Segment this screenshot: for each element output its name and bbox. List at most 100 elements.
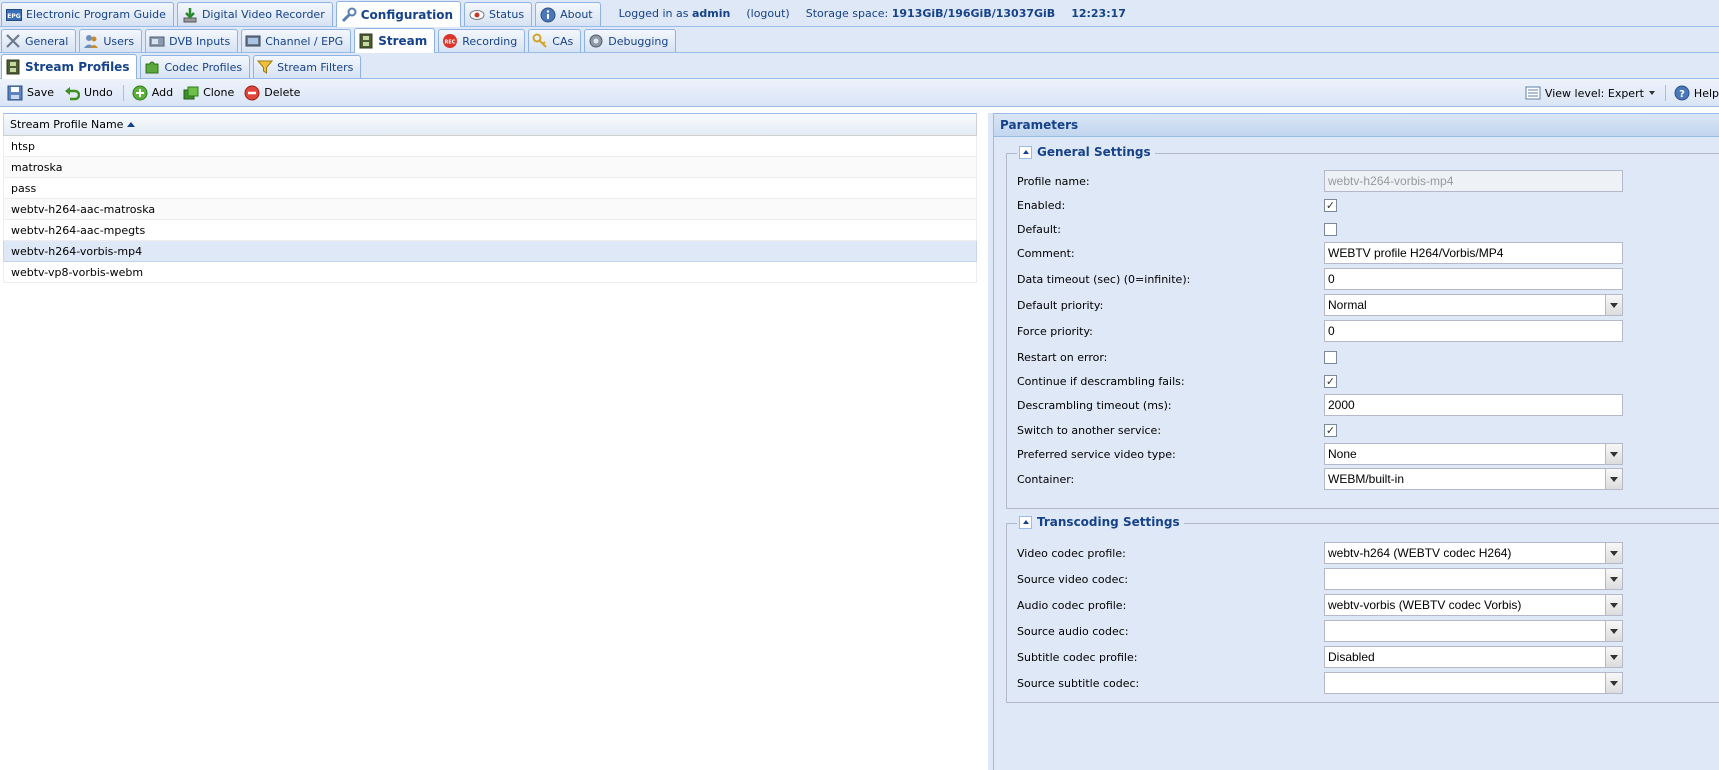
help-button[interactable]: ? Help	[1670, 83, 1719, 103]
table-row[interactable]: pass	[3, 178, 977, 199]
tab-codec-profiles[interactable]: Codec Profiles	[140, 55, 251, 78]
table-row[interactable]: webtv-h264-aac-mpegts	[3, 220, 977, 241]
tab-debugging[interactable]: Debugging	[584, 29, 677, 52]
table-row[interactable]: webtv-vp8-vorbis-webm	[3, 262, 977, 283]
subtitle-codec-profile-select[interactable]: Disabled	[1324, 646, 1623, 668]
logged-in-label: Logged in as	[618, 6, 689, 20]
enabled-checkbox[interactable]: ✓	[1324, 198, 1337, 212]
tab-dvb-inputs[interactable]: DVB Inputs	[145, 29, 239, 52]
tab-stream-profiles[interactable]: Stream Profiles	[1, 54, 138, 79]
filter-icon	[257, 59, 274, 75]
help-icon: ?	[1674, 85, 1690, 101]
save-icon	[7, 85, 23, 101]
save-button[interactable]: Save	[3, 83, 58, 103]
toolbar-separator	[122, 84, 124, 101]
storage-value: 1913GiB/196GiB/13037GiB	[891, 6, 1056, 20]
view-level-menu[interactable]: View level: Expert	[1521, 83, 1659, 103]
chevron-down-icon[interactable]	[1605, 569, 1622, 589]
tab-dvr[interactable]: Digital Video Recorder	[176, 2, 333, 26]
tab-cas[interactable]: CAs	[528, 29, 582, 52]
profile-name-field: webtv-h264-vorbis-mp4	[1324, 170, 1623, 192]
rec-icon: REC	[442, 33, 458, 49]
general-settings-toggle[interactable]: General Settings	[1017, 145, 1155, 159]
tab-epg[interactable]: EPG Electronic Program Guide	[1, 2, 174, 26]
row-source-audio-codec: Source audio codec:	[1017, 620, 1717, 642]
tab-users[interactable]: Users	[79, 29, 143, 52]
restart-on-error-checkbox[interactable]	[1324, 350, 1337, 364]
stream-profile-grid: Stream Profile Name htsp matroska pass w…	[3, 113, 977, 770]
row-preferred-video-type: Preferred service video type: None	[1017, 443, 1717, 465]
clone-button[interactable]: Clone	[179, 83, 238, 103]
add-icon	[132, 85, 148, 101]
column-header-profile-name[interactable]: Stream Profile Name	[3, 113, 977, 136]
row-profile-name: Profile name: webtv-h264-vorbis-mp4	[1017, 170, 1717, 192]
row-container: Container: WEBM/built-in	[1017, 468, 1717, 490]
chevron-down-icon[interactable]	[1605, 444, 1622, 464]
default-checkbox[interactable]	[1324, 222, 1337, 236]
table-row[interactable]: matroska	[3, 157, 977, 178]
chevron-down-icon[interactable]	[1605, 647, 1622, 667]
row-enabled: Enabled: ✓	[1017, 198, 1337, 212]
general-settings-fieldset: General Settings Profile name: webtv-h26…	[1006, 145, 1719, 509]
container-select[interactable]: WEBM/built-in	[1324, 468, 1623, 490]
force-priority-field[interactable]: 0	[1324, 320, 1623, 342]
comment-field[interactable]: WEBTV profile H264/Vorbis/MP4	[1324, 242, 1623, 264]
logout-link[interactable]: (logout)	[746, 7, 789, 20]
source-video-codec-select[interactable]	[1324, 568, 1623, 590]
chevron-down-icon[interactable]	[1605, 621, 1622, 641]
row-subtitle-codec-profile: Subtitle codec profile: Disabled	[1017, 646, 1717, 668]
source-subtitle-codec-select[interactable]	[1324, 672, 1623, 694]
audio-codec-profile-select[interactable]: webtv-vorbis (WEBTV codec Vorbis)	[1324, 594, 1623, 616]
toolbar-right: View level: Expert ? Help	[1521, 79, 1719, 107]
tab-about[interactable]: About	[535, 2, 601, 26]
delete-button[interactable]: Delete	[240, 83, 304, 103]
table-row-selected[interactable]: webtv-h264-vorbis-mp4	[3, 241, 977, 262]
chevron-down-icon[interactable]	[1605, 543, 1622, 563]
chevron-down-icon[interactable]	[1605, 595, 1622, 615]
default-priority-select[interactable]: Normal	[1324, 294, 1623, 316]
film-icon	[358, 33, 374, 49]
clone-icon	[183, 85, 199, 101]
username: admin	[691, 6, 731, 20]
table-row[interactable]: webtv-h264-aac-matroska	[3, 199, 977, 220]
wrench-icon	[341, 7, 357, 23]
source-audio-codec-select[interactable]	[1324, 620, 1623, 642]
chevron-down-icon[interactable]	[1605, 295, 1622, 315]
tab-status[interactable]: Status	[464, 2, 533, 26]
collapse-icon	[1019, 515, 1032, 529]
row-data-timeout: Data timeout (sec) (0=infinite): 0	[1017, 268, 1717, 290]
row-force-priority: Force priority: 0	[1017, 320, 1717, 342]
svg-text:EPG: EPG	[7, 13, 20, 20]
tab-stream-filters[interactable]: Stream Filters	[253, 55, 362, 78]
sort-ascending-icon	[127, 122, 136, 127]
clock: 12:23:17	[1071, 6, 1126, 20]
add-button[interactable]: Add	[128, 83, 177, 103]
tab-general[interactable]: General	[1, 29, 77, 52]
row-descramble-timeout: Descrambling timeout (ms): 2000	[1017, 394, 1717, 416]
row-video-codec-profile: Video codec profile: webtv-h264 (WEBTV c…	[1017, 542, 1717, 564]
preferred-video-type-select[interactable]: None	[1324, 443, 1623, 465]
collapse-icon	[1019, 145, 1032, 159]
tab-recording[interactable]: REC Recording	[438, 29, 526, 52]
svg-text:REC: REC	[445, 40, 456, 46]
row-source-video-codec: Source video codec:	[1017, 568, 1717, 590]
tab-configuration[interactable]: Configuration	[335, 1, 462, 27]
chevron-down-icon[interactable]	[1605, 469, 1622, 489]
video-codec-profile-select[interactable]: webtv-h264 (WEBTV codec H264)	[1324, 542, 1623, 564]
tools-icon	[5, 33, 21, 49]
chevron-down-icon	[1648, 91, 1655, 95]
table-row[interactable]: htsp	[3, 136, 977, 157]
chevron-down-icon[interactable]	[1605, 673, 1622, 693]
descramble-timeout-field[interactable]: 2000	[1324, 394, 1623, 416]
tab-channel-epg[interactable]: Channel / EPG	[241, 29, 352, 52]
switch-service-checkbox[interactable]: ✓	[1324, 423, 1337, 437]
delete-icon	[244, 85, 260, 101]
transcoding-settings-toggle[interactable]: Transcoding Settings	[1017, 515, 1184, 529]
undo-button[interactable]: Undo	[60, 83, 117, 103]
continue-descramble-checkbox[interactable]: ✓	[1324, 374, 1337, 388]
tab-stream[interactable]: Stream	[354, 28, 436, 53]
data-timeout-field[interactable]: 0	[1324, 268, 1623, 290]
info-icon	[540, 7, 556, 23]
undo-icon	[64, 85, 81, 101]
row-audio-codec-profile: Audio codec profile: webtv-vorbis (WEBTV…	[1017, 594, 1717, 616]
